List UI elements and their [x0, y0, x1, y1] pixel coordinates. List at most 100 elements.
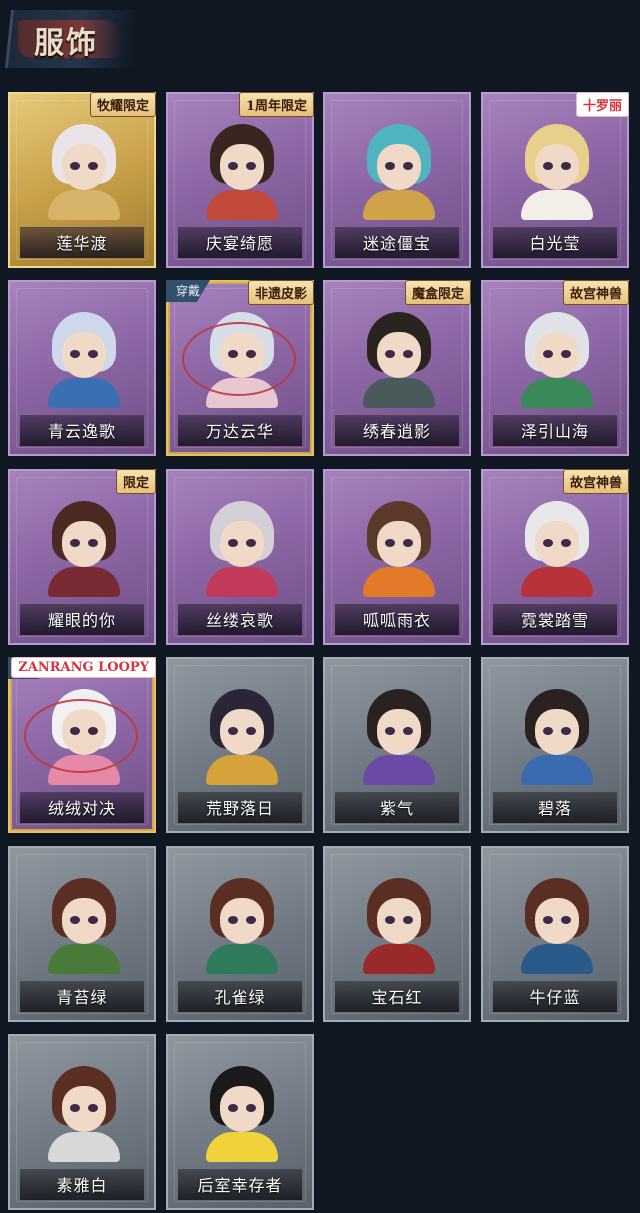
- left-eye: [228, 1104, 238, 1112]
- equipped-highlight-ring: [182, 322, 296, 396]
- left-eye: [385, 916, 395, 924]
- page-title: 服饰: [34, 26, 98, 61]
- face: [220, 709, 264, 755]
- costume-card[interactable]: 十罗丽白光莹: [481, 92, 629, 268]
- right-eye: [246, 539, 256, 547]
- equipped-highlight-ring: [24, 699, 138, 773]
- costume-card[interactable]: 紫气: [323, 657, 471, 833]
- face: [535, 332, 579, 378]
- costume-card[interactable]: 故宫神兽 泽引山海: [481, 280, 629, 456]
- character-portrait: [192, 681, 292, 785]
- right-eye: [403, 727, 413, 735]
- face: [62, 332, 106, 378]
- costume-name: 孔雀绿: [214, 988, 266, 1007]
- costume-card[interactable]: 碧落: [481, 657, 629, 833]
- limited-badge: 牧耀限定: [89, 92, 156, 117]
- costume-card[interactable]: 故宫神兽 霓裳踏雪: [481, 469, 629, 645]
- character-portrait: [34, 1058, 134, 1162]
- costume-card[interactable]: 青云逸歌: [8, 280, 156, 456]
- costume-name: 呱呱雨衣: [362, 611, 431, 630]
- costume-card[interactable]: 穿戴 非遗皮影 万达云华: [166, 280, 314, 456]
- costume-name: 素雅白: [56, 1176, 108, 1195]
- left-eye: [543, 727, 553, 735]
- outfit: [206, 944, 278, 974]
- face: [220, 521, 264, 567]
- outfit: [521, 378, 593, 408]
- costume-card[interactable]: 呱呱雨衣: [323, 469, 471, 645]
- right-eye: [403, 916, 413, 924]
- face: [62, 144, 106, 190]
- costume-name: 白光莹: [529, 234, 581, 253]
- face: [535, 898, 579, 944]
- right-eye: [403, 162, 413, 170]
- face: [220, 898, 264, 944]
- character-portrait: [349, 681, 449, 785]
- costume-name: 碧落: [537, 799, 572, 818]
- costume-card[interactable]: 1周年限定 庆宴绮愿: [166, 92, 314, 268]
- face: [62, 1086, 106, 1132]
- costume-name: 丝缕哀歌: [205, 611, 274, 630]
- character-portrait: [507, 681, 607, 785]
- costume-card[interactable]: 迷途僵宝: [323, 92, 471, 268]
- face: [62, 898, 106, 944]
- limited-badge: 魔盒限定: [404, 280, 471, 305]
- costume-card[interactable]: 孔雀绿: [166, 846, 314, 1022]
- costume-name: 绣春逍影: [362, 422, 431, 441]
- left-eye: [543, 539, 553, 547]
- costume-card[interactable]: 魔盒限定绣春逍影: [323, 280, 471, 456]
- costume-name: 牛仔蓝: [529, 988, 581, 1007]
- left-eye: [228, 916, 238, 924]
- character-portrait: [192, 493, 292, 597]
- costume-name: 青云逸歌: [47, 422, 116, 441]
- costume-name: 后室幸存者: [197, 1176, 283, 1195]
- costume-card[interactable]: 牛仔蓝: [481, 846, 629, 1022]
- character-portrait: [349, 870, 449, 974]
- left-eye: [70, 916, 80, 924]
- left-eye: [385, 727, 395, 735]
- right-eye: [561, 162, 571, 170]
- left-eye: [228, 539, 238, 547]
- right-eye: [403, 539, 413, 547]
- right-eye: [88, 539, 98, 547]
- costume-card[interactable]: 牧耀限定 莲华渡: [8, 92, 156, 268]
- face: [377, 709, 421, 755]
- outfit: [363, 944, 435, 974]
- costume-name: 绒绒对决: [47, 799, 116, 818]
- costume-card[interactable]: 宝石红: [323, 846, 471, 1022]
- costume-name: 宝石红: [371, 988, 423, 1007]
- right-eye: [88, 162, 98, 170]
- right-eye: [246, 916, 256, 924]
- left-eye: [70, 162, 80, 170]
- outfit: [48, 378, 120, 408]
- outfit: [363, 190, 435, 220]
- costume-card[interactable]: 后室幸存者: [166, 1034, 314, 1210]
- outfit: [48, 190, 120, 220]
- left-eye: [228, 727, 238, 735]
- costume-card[interactable]: 素雅白: [8, 1034, 156, 1210]
- limited-badge: 十罗丽: [575, 92, 629, 117]
- character-portrait: [507, 304, 607, 408]
- costume-card[interactable]: 穿戴ZANRANG LOOPY绒绒对决: [8, 657, 156, 833]
- right-eye: [561, 916, 571, 924]
- outfit: [206, 755, 278, 785]
- face: [377, 144, 421, 190]
- face: [62, 521, 106, 567]
- right-eye: [403, 350, 413, 358]
- costume-card[interactable]: 丝缕哀歌: [166, 469, 314, 645]
- right-eye: [561, 727, 571, 735]
- left-eye: [543, 350, 553, 358]
- face: [220, 1086, 264, 1132]
- left-eye: [543, 162, 553, 170]
- right-eye: [246, 162, 256, 170]
- character-portrait: [349, 116, 449, 220]
- limited-badge: 故宫神兽: [562, 469, 629, 494]
- outfit: [521, 755, 593, 785]
- costume-card[interactable]: 限定 耀眼的你: [8, 469, 156, 645]
- left-eye: [70, 1104, 80, 1112]
- right-eye: [246, 727, 256, 735]
- costume-card[interactable]: 荒野落日: [166, 657, 314, 833]
- face: [220, 144, 264, 190]
- costume-card[interactable]: 青苔绿: [8, 846, 156, 1022]
- character-portrait: [349, 304, 449, 408]
- outfit: [521, 190, 593, 220]
